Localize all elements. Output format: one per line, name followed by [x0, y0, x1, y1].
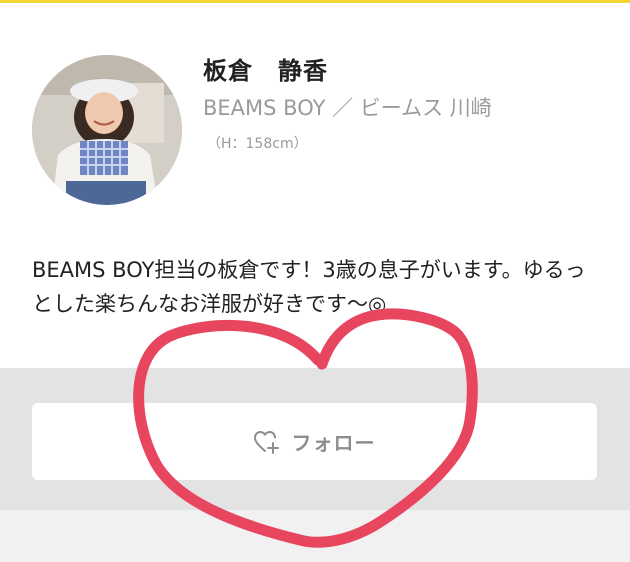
- avatar[interactable]: [32, 55, 182, 205]
- bottom-section: [0, 510, 630, 562]
- shop-name[interactable]: BEAMS BOY ／ ビームス 川崎: [203, 92, 492, 122]
- staff-name: 板倉 静香: [203, 57, 328, 85]
- staff-height: （H：158cm）: [207, 136, 308, 152]
- follow-button[interactable]: フォロー: [32, 403, 597, 480]
- follow-label: フォロー: [291, 431, 376, 455]
- staff-profile-card: 板倉 静香 BEAMS BOY ／ ビームス 川崎 （H：158cm） BEAM…: [0, 3, 630, 368]
- avatar-photo: [32, 55, 182, 205]
- follow-section: フォロー: [0, 368, 630, 510]
- heart-plus-icon: [253, 430, 280, 454]
- staff-bio: BEAMS BOY担当の板倉です！3歳の息子がいます。ゆるっとした楽ちんなお洋服…: [32, 258, 586, 316]
